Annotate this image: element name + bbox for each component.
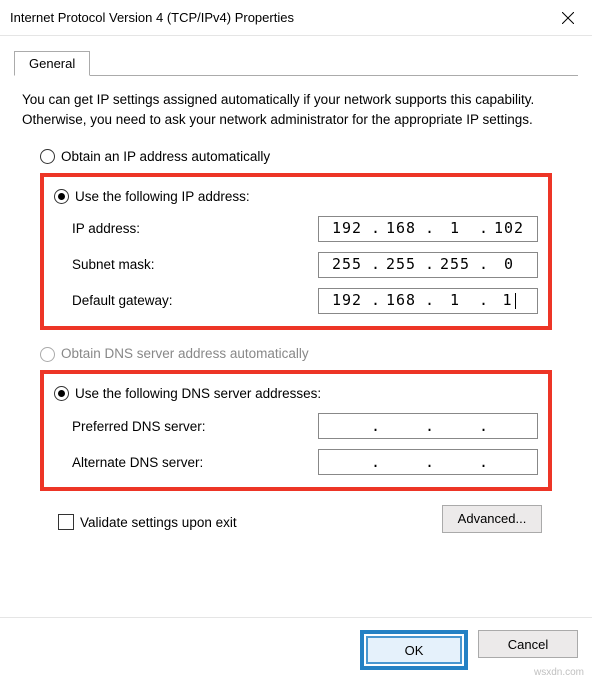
validate-advanced-row: Validate settings upon exit Advanced...	[22, 505, 570, 533]
close-button[interactable]	[544, 0, 592, 36]
radio-icon	[40, 347, 55, 362]
text-cursor	[515, 293, 516, 309]
gateway-input[interactable]: 192. 168. 1. 1	[318, 288, 538, 314]
window-title: Internet Protocol Version 4 (TCP/IPv4) P…	[10, 10, 294, 25]
alternate-dns-label: Alternate DNS server:	[72, 453, 318, 473]
main-content: You can get IP settings assigned automat…	[0, 76, 592, 533]
preferred-dns-input[interactable]: . . .	[318, 413, 538, 439]
watermark: wsxdn.com	[534, 667, 584, 678]
gateway-row: Default gateway: 192. 168. 1. 1	[72, 288, 538, 314]
validate-checkbox-row[interactable]: Validate settings upon exit	[58, 513, 237, 533]
radio-ip-auto-label: Obtain an IP address automatically	[61, 147, 270, 167]
description-text: You can get IP settings assigned automat…	[22, 90, 570, 129]
radio-icon	[54, 189, 69, 204]
tab-general[interactable]: General	[14, 51, 90, 76]
ok-highlight: OK	[360, 630, 468, 670]
advanced-button[interactable]: Advanced...	[442, 505, 542, 533]
ip-address-label: IP address:	[72, 219, 318, 239]
tab-strip: General	[14, 50, 578, 76]
radio-ip-manual-label: Use the following IP address:	[75, 187, 250, 207]
titlebar: Internet Protocol Version 4 (TCP/IPv4) P…	[0, 0, 592, 36]
gateway-label: Default gateway:	[72, 291, 318, 311]
preferred-dns-label: Preferred DNS server:	[72, 417, 318, 437]
radio-dns-manual[interactable]: Use the following DNS server addresses:	[54, 384, 538, 404]
radio-icon	[40, 149, 55, 164]
radio-dns-manual-label: Use the following DNS server addresses:	[75, 384, 321, 404]
close-icon	[562, 12, 574, 24]
radio-ip-auto[interactable]: Obtain an IP address automatically	[40, 147, 570, 167]
alternate-dns-row: Alternate DNS server: . . .	[72, 449, 538, 475]
radio-ip-manual[interactable]: Use the following IP address:	[54, 187, 538, 207]
ip-address-row: IP address: 192. 168. 1. 102	[72, 216, 538, 242]
dns-manual-group: Use the following DNS server addresses: …	[40, 370, 552, 492]
preferred-dns-row: Preferred DNS server: . . .	[72, 413, 538, 439]
dialog-buttons: OK Cancel	[0, 617, 592, 670]
subnet-mask-row: Subnet mask: 255. 255. 255. 0	[72, 252, 538, 278]
subnet-mask-input[interactable]: 255. 255. 255. 0	[318, 252, 538, 278]
subnet-mask-label: Subnet mask:	[72, 255, 318, 275]
ip-manual-group: Use the following IP address: IP address…	[40, 173, 552, 331]
radio-dns-auto-label: Obtain DNS server address automatically	[61, 344, 309, 364]
radio-icon	[54, 386, 69, 401]
ok-button[interactable]: OK	[366, 636, 462, 664]
cancel-button[interactable]: Cancel	[478, 630, 578, 658]
radio-dns-auto: Obtain DNS server address automatically	[40, 344, 570, 364]
validate-label: Validate settings upon exit	[80, 513, 237, 533]
checkbox-icon	[58, 514, 74, 530]
alternate-dns-input[interactable]: . . .	[318, 449, 538, 475]
ip-address-input[interactable]: 192. 168. 1. 102	[318, 216, 538, 242]
